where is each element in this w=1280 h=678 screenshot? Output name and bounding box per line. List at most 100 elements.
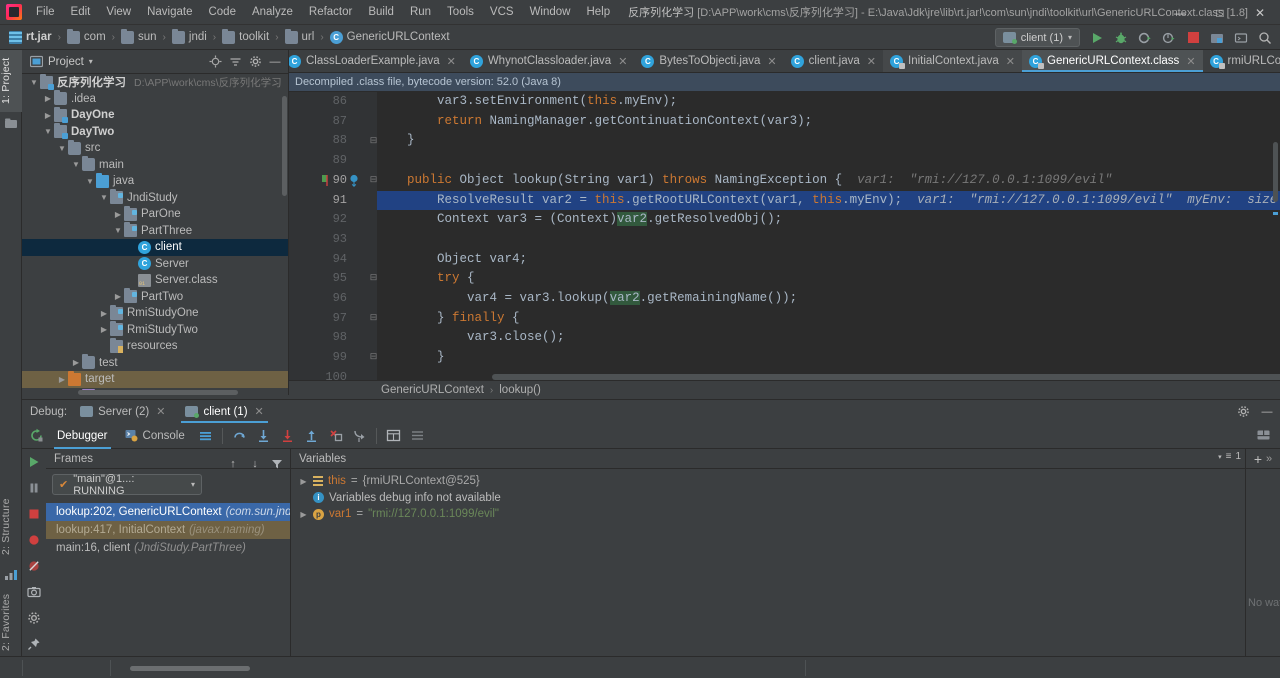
chevron-down-icon[interactable]: ▼ — [28, 78, 40, 87]
chevron-right-icon[interactable]: ▶ — [56, 375, 68, 384]
variables-list-icon[interactable]: ≡ — [1226, 451, 1232, 462]
close-button[interactable]: ✕ — [1240, 0, 1280, 25]
code-line[interactable]: public Object lookup(String var1) throws… — [377, 171, 1280, 191]
tree-row-main[interactable]: ▼ main — [22, 156, 288, 174]
menu-item-window[interactable]: Window — [522, 3, 579, 21]
tree-row-resources[interactable]: resources — [22, 337, 288, 355]
rerun-button[interactable] — [26, 425, 47, 446]
editor-marker-stripe[interactable] — [1273, 212, 1278, 215]
menu-item-help[interactable]: Help — [578, 3, 618, 21]
editor-tab-genericurlcontext[interactable]: GenericURLContext.class ✕ — [1022, 50, 1203, 72]
chevron-down-icon[interactable]: ▼ — [42, 127, 54, 136]
run-button[interactable] — [1086, 27, 1108, 48]
hide-panel-icon[interactable]: — — [1258, 403, 1276, 421]
debug-subtab-debugger[interactable]: Debugger — [50, 427, 115, 449]
menu-item-vcs[interactable]: VCS — [482, 3, 522, 21]
stop-button[interactable] — [1182, 27, 1204, 48]
code-editor[interactable]: 86 87 88 89 90 91 92 93 94 95 96 97 98 9… — [289, 92, 1280, 380]
step-over-button[interactable] — [229, 425, 250, 446]
menu-item-file[interactable]: File — [28, 3, 63, 21]
close-icon[interactable]: ✕ — [447, 55, 456, 68]
resume-program-button[interactable] — [22, 449, 46, 475]
menu-item-tools[interactable]: Tools — [439, 3, 482, 21]
editor-breadcrumb-method[interactable]: lookup() — [499, 384, 541, 396]
close-icon[interactable]: ✕ — [767, 55, 776, 68]
code-line[interactable]: var4 = var3.lookup(var2.getRemainingName… — [377, 289, 1280, 309]
chevron-down-icon[interactable]: ▼ — [56, 144, 68, 153]
chevron-right-icon[interactable]: ▶ — [42, 111, 54, 120]
thread-selector[interactable]: ✔ "main"@1...: RUNNING ▾ — [52, 473, 202, 497]
close-icon[interactable]: ✕ — [156, 405, 165, 418]
editor-tab-bytestoobjecti[interactable]: BytesToObjecti.java ✕ — [634, 50, 783, 72]
hide-panel-icon[interactable]: — — [266, 53, 284, 71]
variable-row-var1[interactable]: ▶ p var1 = "rmi://127.0.0.1:1099/evil" — [291, 506, 1245, 523]
chevron-down-icon[interactable]: ▼ — [84, 177, 96, 186]
maximize-button[interactable]: □ — [1200, 0, 1240, 25]
breadcrumb-item-sun[interactable]: sun — [118, 28, 160, 45]
drop-frame-button[interactable] — [325, 425, 346, 446]
frame-row-genericurlcontext[interactable]: lookup:202, GenericURLContext (com.sun.j… — [46, 503, 290, 521]
project-tree[interactable]: ▼ 反序列化学习 D:\APP\work\cms\反序列化学习 ▶ .idea … — [22, 74, 288, 395]
minimize-button[interactable]: — — [1160, 0, 1200, 25]
debug-settings-button[interactable] — [22, 605, 46, 631]
code-line[interactable]: var3.close(); — [377, 328, 1280, 348]
chevron-down-icon[interactable]: ▼ — [98, 193, 110, 202]
pause-program-button[interactable] — [22, 475, 46, 501]
run-with-coverage-button[interactable] — [1134, 27, 1156, 48]
close-icon[interactable]: ✕ — [255, 405, 264, 418]
project-structure-button[interactable] — [1206, 27, 1228, 48]
chevron-right-icon[interactable]: ▶ — [112, 292, 124, 301]
tree-row-server-class[interactable]: Server.class — [22, 272, 288, 289]
menu-item-navigate[interactable]: Navigate — [139, 3, 200, 21]
tree-row-target[interactable]: ▶ target — [22, 370, 288, 388]
breadcrumb-item-genericurlcontext[interactable]: C GenericURLContext — [327, 30, 453, 45]
chevron-right-icon[interactable]: ▶ — [299, 477, 308, 486]
menu-item-edit[interactable]: Edit — [63, 3, 99, 21]
step-out-button[interactable] — [301, 425, 322, 446]
restore-layout-button[interactable] — [1253, 425, 1274, 446]
breadcrumb-item-url[interactable]: url — [282, 28, 318, 45]
editor-tab-rmiurlcontext[interactable]: rmiURLContext.class ✕ — [1203, 50, 1280, 72]
step-into-button[interactable] — [253, 425, 274, 446]
frame-row-initialcontext[interactable]: lookup:417, InitialContext (javax.naming… — [46, 521, 290, 539]
frames-up-icon[interactable]: ↑ — [224, 455, 242, 473]
chevron-down-icon[interactable]: ▾ — [1218, 453, 1222, 461]
breakpoint-icon[interactable] — [321, 174, 330, 187]
close-icon[interactable]: ✕ — [867, 55, 876, 68]
tree-row-partthree[interactable]: ▼ PartThree — [22, 222, 288, 240]
tree-row-jndistudy[interactable]: ▼ JndiStudy — [22, 189, 288, 207]
search-everywhere-icon[interactable] — [1254, 27, 1276, 48]
gear-icon[interactable] — [1234, 403, 1252, 421]
tree-row-java[interactable]: ▼ java — [22, 172, 288, 190]
chevron-down-icon[interactable]: ▾ — [89, 57, 93, 66]
breadcrumb-item-toolkit[interactable]: toolkit — [219, 28, 272, 45]
editor-breadcrumb-class[interactable]: GenericURLContext — [381, 384, 484, 396]
close-icon[interactable]: ✕ — [1186, 55, 1195, 68]
chevron-right-icon[interactable]: ▶ — [299, 510, 308, 519]
profile-button[interactable] — [1158, 27, 1180, 48]
locate-icon[interactable] — [206, 53, 224, 71]
code-line[interactable]: } — [377, 348, 1280, 368]
code-line[interactable]: var3.setEnvironment(this.myEnv); — [377, 92, 1280, 112]
code-line-current[interactable]: ResolveResult var2 = this.getRootURLCont… — [377, 190, 1280, 211]
debug-session-tab-server[interactable]: Server (2) ✕ — [73, 400, 172, 423]
variable-row-this[interactable]: ▶ this = {rmiURLContext@525} — [291, 473, 1245, 490]
tree-row-parttwo[interactable]: ▶ PartTwo — [22, 288, 288, 306]
tree-row-client[interactable]: client — [22, 239, 288, 256]
code-line[interactable]: Context var3 = (Context)var2.getResolved… — [377, 210, 1280, 230]
collapse-all-icon[interactable] — [226, 53, 244, 71]
editor-tab-initialcontext[interactable]: InitialContext.java ✕ — [883, 50, 1022, 72]
stop-program-button[interactable] — [22, 501, 46, 527]
sidebar-item-structure[interactable]: 2: Structure — [0, 490, 22, 564]
editor-gutter[interactable]: 86 87 88 89 90 91 92 93 94 95 96 97 98 9… — [289, 92, 377, 380]
tree-row-dayone[interactable]: ▶ DayOne — [22, 106, 288, 124]
editor-tab-client[interactable]: client.java ✕ — [784, 50, 883, 72]
tree-row-parone[interactable]: ▶ ParOne — [22, 205, 288, 223]
tree-row-server[interactable]: Server — [22, 256, 288, 273]
screenshot-button[interactable] — [22, 579, 46, 605]
add-watch-icon[interactable]: + — [1254, 452, 1262, 466]
layout-settings-button[interactable] — [407, 425, 428, 446]
frame-row-client[interactable]: main:16, client (JndiStudy.PartThree) — [46, 539, 290, 557]
method-marker-icon[interactable] — [349, 174, 358, 187]
tree-row-rmistudytwo[interactable]: ▶ RmiStudyTwo — [22, 321, 288, 339]
